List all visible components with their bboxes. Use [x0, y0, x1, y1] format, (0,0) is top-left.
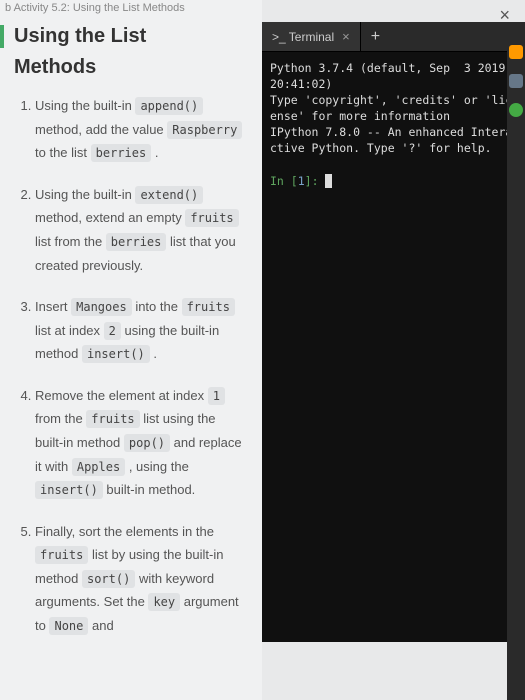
terminal-line: IPython 7.8.0 -- An enhanced Interactive…: [270, 124, 517, 156]
instruction-text: Using the built-in: [35, 98, 135, 113]
instruction-text: Finally, sort the elements in the: [35, 524, 214, 539]
page-title-line2: Methods: [0, 56, 247, 79]
right-sidebar: [507, 30, 525, 700]
instruction-text: built-in method.: [103, 482, 196, 497]
prompt-number: 1: [298, 174, 305, 188]
code-token: berries: [91, 144, 152, 162]
code-token: insert(): [82, 345, 150, 363]
code-token: sort(): [82, 570, 135, 588]
chrome-icon[interactable]: [509, 103, 523, 117]
instructions-list: Using the built-in append() method, add …: [15, 94, 247, 637]
code-token: fruits: [185, 209, 238, 227]
instructions-panel: Using the List Methods Using the built-i…: [0, 0, 262, 700]
code-token: 1: [208, 387, 225, 405]
instruction-step: Finally, sort the elements in the fruits…: [35, 520, 247, 638]
instruction-text: list from the: [35, 234, 106, 249]
instruction-step: Using the built-in append() method, add …: [35, 94, 247, 165]
rss-icon[interactable]: [509, 45, 523, 59]
terminal-panel: >_ Terminal × + Python 3.7.4 (default, S…: [262, 22, 525, 642]
code-token: extend(): [135, 186, 203, 204]
code-token: berries: [106, 233, 167, 251]
instruction-text: from the: [35, 411, 86, 426]
code-token: Raspberry: [167, 121, 242, 139]
prompt-in-label: In [: [270, 174, 298, 188]
code-token: append(): [135, 97, 203, 115]
terminal-line: Python 3.7.4 (default, Sep 3 2019, 20:41…: [270, 60, 517, 92]
instruction-text: .: [150, 346, 157, 361]
instruction-text: into the: [132, 299, 182, 314]
instruction-text: and: [88, 618, 113, 633]
tab-close-icon[interactable]: ×: [342, 29, 350, 44]
terminal-body[interactable]: Python 3.7.4 (default, Sep 3 2019, 20:41…: [262, 52, 525, 642]
instruction-text: method, extend an empty: [35, 210, 185, 225]
code-token: 2: [104, 322, 121, 340]
badge-icon[interactable]: [509, 74, 523, 88]
instruction-text: list at index: [35, 323, 104, 338]
instruction-step: Using the built-in extend() method, exte…: [35, 183, 247, 277]
cursor-icon: [325, 174, 332, 188]
prompt-close-bracket: ]:: [305, 174, 326, 188]
instruction-step: Insert Mangoes into the fruits list at i…: [35, 295, 247, 366]
instruction-text: Insert: [35, 299, 71, 314]
code-token: Apples: [72, 458, 125, 476]
instruction-text: method, add the value: [35, 122, 167, 137]
code-token: fruits: [35, 546, 88, 564]
code-token: pop(): [124, 434, 170, 452]
page-title-line1: Using the List: [0, 25, 247, 48]
instruction-step: Remove the element at index 1 from the f…: [35, 384, 247, 502]
code-token: Mangoes: [71, 298, 132, 316]
instruction-text: .: [151, 145, 158, 160]
code-token: insert(): [35, 481, 103, 499]
tab-bar: >_ Terminal × +: [262, 22, 525, 52]
tab-add-button[interactable]: +: [361, 28, 390, 46]
tab-terminal[interactable]: >_ Terminal ×: [262, 22, 361, 51]
terminal-line: Type 'copyright', 'credits' or 'license'…: [270, 92, 517, 124]
instruction-text: Using the built-in: [35, 187, 135, 202]
tab-label: >_ Terminal: [272, 30, 334, 44]
terminal-prompt-line[interactable]: In [1]:: [270, 173, 517, 189]
code-token: fruits: [86, 410, 139, 428]
code-token: key: [148, 593, 180, 611]
instruction-text: Remove the element at index: [35, 388, 208, 403]
breadcrumb: b Activity 5.2: Using the List Methods: [5, 2, 185, 14]
code-token: None: [49, 617, 88, 635]
instruction-text: to the list: [35, 145, 91, 160]
terminal-line: [270, 157, 517, 173]
code-token: fruits: [182, 298, 235, 316]
instruction-text: , using the: [125, 459, 189, 474]
